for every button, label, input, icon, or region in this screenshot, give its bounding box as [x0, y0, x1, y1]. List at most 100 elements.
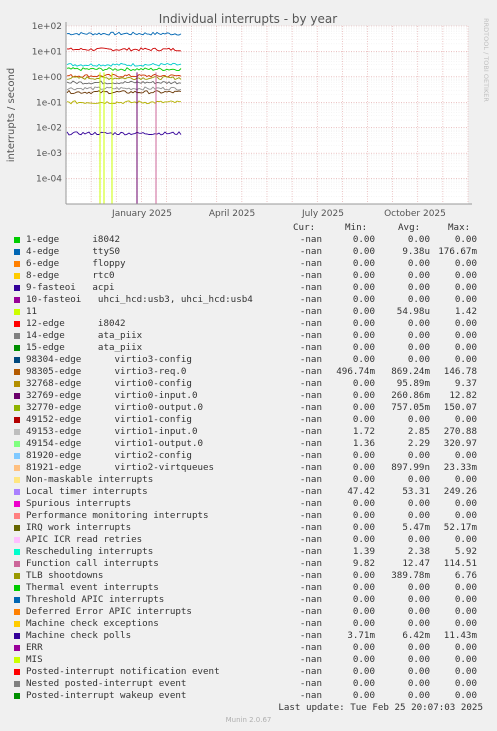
legend-swatch	[14, 297, 20, 303]
legend-avg: 12.47	[402, 558, 430, 569]
legend-label: 81920-edge virtio2-config	[26, 450, 192, 461]
legend-max: 0.00	[454, 414, 477, 425]
legend-avg: 260.86m	[391, 390, 430, 401]
legend-label: 32769-edge virtio0-input.0	[26, 390, 198, 401]
y-tick-label: 1e-01	[36, 98, 62, 108]
legend-min: 0.00	[352, 474, 375, 485]
legend-min: 0.00	[352, 522, 375, 533]
legend-avg: 0.00	[407, 594, 430, 605]
legend-label: 49152-edge virtio1-config	[26, 414, 192, 425]
legend-label: 49153-edge virtio1-input.0	[26, 426, 198, 437]
legend-max: 0.00	[454, 258, 477, 269]
header-avg: Avg:	[398, 222, 421, 233]
legend-swatch	[14, 477, 20, 483]
legend-min: 0.00	[352, 342, 375, 353]
legend-swatch	[14, 357, 20, 363]
legend-swatch	[14, 633, 20, 639]
legend-swatch	[14, 537, 20, 543]
legend-max: 5.92	[454, 546, 477, 557]
legend-row: 10-fasteoi uhci_hcd:usb3, uhci_hcd:usb4 -…	[0, 294, 497, 306]
legend-min: 0.00	[352, 666, 375, 677]
legend-max: 0.00	[454, 294, 477, 305]
legend-min: 0.00	[352, 534, 375, 545]
legend-swatch	[14, 489, 20, 495]
legend-row: 32768-edge virtio0-config -nan 0.00 95.89m 9…	[0, 378, 497, 390]
last-update: Last update: Tue Feb 25 20:07:03 2025	[278, 702, 483, 713]
legend-label: 98305-edge virtio3-req.0	[26, 366, 187, 377]
legend-label: 49154-edge virtio1-output.0	[26, 438, 204, 449]
legend-label: 81921-edge virtio2-virtqueues	[26, 462, 215, 473]
legend-swatch	[14, 249, 20, 255]
legend-avg: 5.47m	[402, 522, 430, 533]
legend-label: 12-edge i8042	[26, 318, 126, 329]
legend-swatch	[14, 273, 20, 279]
legend-label: Function call interrupts	[26, 558, 159, 569]
legend-max: 1.42	[454, 306, 477, 317]
legend-min: 1.72	[352, 426, 375, 437]
legend-avg: 0.00	[407, 258, 430, 269]
legend-row: 98304-edge virtio3-config -nan 0.00 0.00 0.0…	[0, 354, 497, 366]
y-tick-label: 1e-02	[36, 124, 62, 134]
legend-min: 0.00	[352, 510, 375, 521]
legend-swatch	[14, 585, 20, 591]
legend-cur: -nan	[299, 282, 322, 293]
x-tick-label: January 2025	[111, 209, 172, 219]
legend-min: 0.00	[352, 282, 375, 293]
legend-avg: 0.00	[407, 414, 430, 425]
legend-max: 270.88	[443, 426, 477, 437]
legend-cur: -nan	[299, 318, 322, 329]
munin-version: Munin 2.0.67	[225, 716, 272, 724]
legend-avg: 897.99n	[391, 462, 430, 473]
legend-avg: 2.85	[407, 426, 430, 437]
legend-cur: -nan	[299, 450, 322, 461]
legend-label: IRQ work interrupts	[26, 522, 132, 533]
legend-cur: -nan	[299, 666, 322, 677]
legend-min: 0.00	[352, 462, 375, 473]
legend-row: 32770-edge virtio0-output.0 -nan 0.00 757.0…	[0, 402, 497, 414]
legend-cur: -nan	[299, 390, 322, 401]
legend-swatch	[14, 405, 20, 411]
legend-min: 0.00	[352, 306, 375, 317]
legend-max: 0.00	[454, 234, 477, 245]
legend-min: 0.00	[352, 450, 375, 461]
legend-max: 6.76	[454, 570, 477, 581]
legend-row: Performance monitoring interrupts -nan 0.0…	[0, 510, 497, 522]
legend-max: 0.00	[454, 678, 477, 689]
legend-row: 98305-edge virtio3-req.0 -nan 496.74m 869.2…	[0, 366, 497, 378]
legend-avg: 0.00	[407, 498, 430, 509]
legend-row: Local timer interrupts -nan 47.42 53.31 249.…	[0, 486, 497, 498]
y-tick-label: 1e+02	[32, 22, 62, 32]
legend-min: 47.42	[347, 486, 375, 497]
interrupts-chart: 1e+02 1e+01 1e+00 1e-01 1e-02 1e-03 1e-04 Janua…	[6, 12, 490, 219]
y-axis-label: interrupts / second	[6, 68, 17, 162]
legend-cur: -nan	[299, 582, 322, 593]
legend-avg: 869.24m	[391, 366, 430, 377]
legend-max: 0.00	[454, 450, 477, 461]
legend-min: 0.00	[352, 618, 375, 629]
legend-max: 0.00	[454, 354, 477, 365]
legend-avg: 95.89m	[396, 378, 430, 389]
legend-min: 0.00	[352, 678, 375, 689]
legend-cur: -nan	[299, 654, 322, 665]
legend-label: 32770-edge virtio0-output.0	[26, 402, 204, 413]
legend-swatch	[14, 309, 20, 315]
legend-row: MIS -nan 0.00 0.00 0.00	[0, 654, 497, 666]
legend-row: Nested posted-interrupt event -nan 0.00 0.0…	[0, 678, 497, 690]
legend-cur: -nan	[299, 606, 322, 617]
legend-avg: 0.00	[407, 294, 430, 305]
legend-max: 0.00	[454, 510, 477, 521]
legend-min: 0.00	[352, 246, 375, 257]
legend-avg: 0.00	[407, 342, 430, 353]
legend-label: MIS	[26, 654, 43, 665]
legend-cur: -nan	[299, 258, 322, 269]
legend-max: 0.00	[454, 666, 477, 677]
legend-cur: -nan	[299, 558, 322, 569]
legend-max: 249.26	[443, 486, 477, 497]
legend-swatch	[14, 333, 20, 339]
legend-label: Spurious interrupts	[26, 498, 132, 509]
legend-min: 0.00	[352, 606, 375, 617]
legend-cur: -nan	[299, 402, 322, 413]
legend-min: 1.39	[352, 546, 375, 557]
legend-max: 0.00	[454, 690, 477, 701]
legend-min: 0.00	[352, 354, 375, 365]
